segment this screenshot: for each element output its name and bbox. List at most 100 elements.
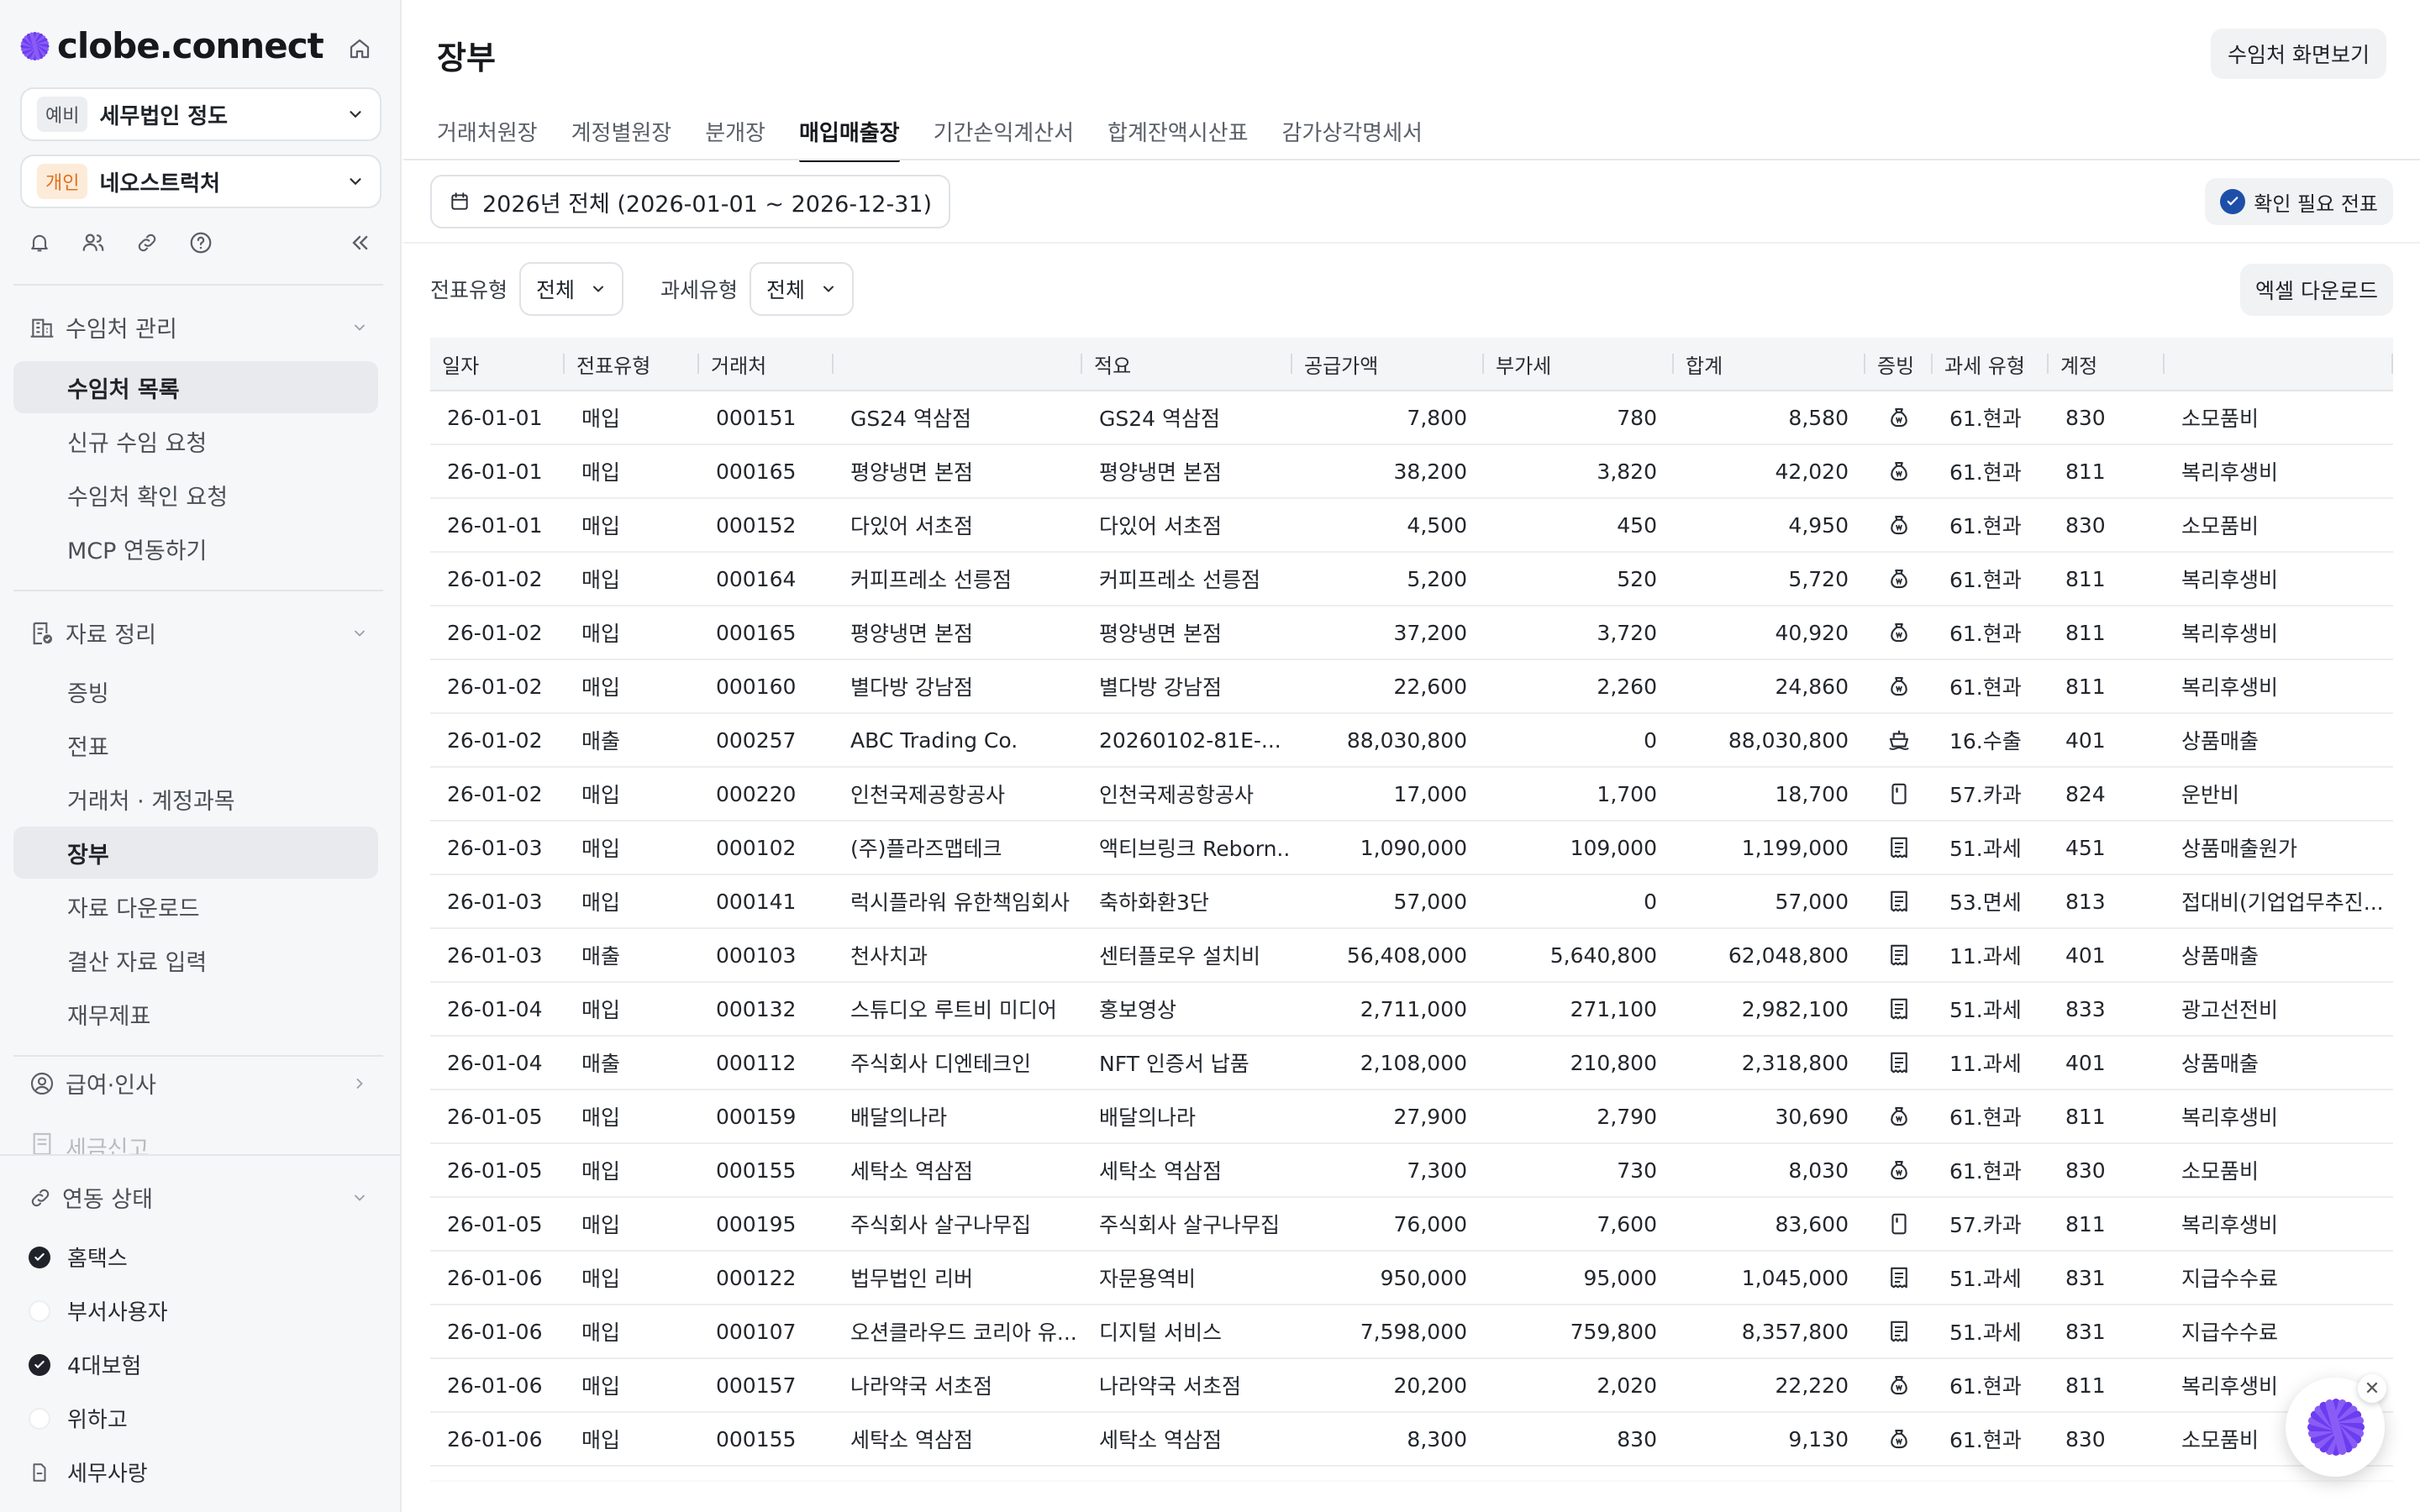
integration-semusarang[interactable]: 세무사랑	[29, 1457, 148, 1488]
cell-account-code: 811	[2065, 459, 2106, 484]
table-row[interactable]: 26-01-06 매입 000122 법무법인 리버 자문용역비 950,000 95,00…	[430, 1252, 2393, 1305]
cell-supply-amount: 5,200	[1407, 566, 1467, 591]
help-button[interactable]	[187, 228, 215, 257]
table-row[interactable]: 26-01-03 매출 000103 천사치과 센터플로우 설치비 56,408,000 5…	[430, 929, 2393, 983]
col-tax-type[interactable]: 과세 유형	[1933, 337, 2049, 391]
table-row[interactable]: 26-01-04 매출 000112 주식회사 디엔테크인 NFT 인증서 납품 2,10…	[430, 1037, 2393, 1090]
cell-supply-amount: 7,598,000	[1360, 1319, 1467, 1344]
tax-type-select[interactable]: 전체	[750, 262, 855, 316]
bell-icon	[31, 234, 48, 252]
client-view-button[interactable]: 수임처 화면보기	[2211, 29, 2386, 79]
client-selector[interactable]: 개인 네오스트럭처	[20, 155, 381, 208]
col-vendor-name[interactable]	[834, 337, 1082, 391]
divider	[13, 284, 383, 286]
sidebar-item-new-client-request[interactable]: 신규 수임 요청	[13, 415, 378, 467]
integration-wehago[interactable]: 위하고	[29, 1403, 128, 1434]
sidebar-item-data-download[interactable]: 자료 다운로드	[13, 880, 378, 932]
tab-journal[interactable]: 분개장	[705, 116, 765, 162]
table-row[interactable]: 26-01-03 매입 000102 (주)플라즈맵테크 액티브링크 Reborn...…	[430, 822, 2393, 875]
col-account-name[interactable]	[2165, 337, 2393, 391]
logo[interactable]: clobe.connect	[20, 25, 324, 66]
tab-depreciation-schedule[interactable]: 감가상각명세서	[1282, 116, 1423, 162]
sidebar-item-client-confirm-request[interactable]: 수임처 확인 요청	[13, 469, 378, 521]
period-picker-button[interactable]: 2026년 전체 (2026-01-01 ~ 2026-12-31)	[430, 175, 951, 228]
voucher-type-select[interactable]: 전체	[519, 262, 624, 316]
col-evidence[interactable]: 증빙	[1865, 337, 1933, 391]
table-row[interactable]: 26-01-05 매입 000195 주식회사 살구나무집 주식회사 살구나무집 76,0…	[430, 1198, 2393, 1252]
sidebar-item-vendors-accounts[interactable]: 거래처 · 계정과목	[13, 773, 378, 825]
cell-voucher-type: 매출	[581, 944, 621, 969]
sidebar-item-financial-statements[interactable]: 재무제표	[13, 988, 378, 1040]
col-supply-amount[interactable]: 공급가액	[1292, 337, 1484, 391]
cell-date: 26-01-01	[447, 405, 543, 430]
col-description[interactable]: 적요	[1082, 337, 1292, 391]
home-button[interactable]	[343, 32, 376, 66]
tab-account-ledger[interactable]: 계정별원장	[571, 116, 672, 162]
receipt-icon	[1865, 391, 1933, 444]
col-voucher-type[interactable]: 전표유형	[565, 337, 699, 391]
cell-total: 57,000	[1775, 889, 1849, 914]
col-date[interactable]: 일자	[430, 337, 565, 391]
table-row[interactable]: 26-01-04 매입 000132 스튜디오 루트비 미디어 홍보영상 2,711,00…	[430, 983, 2393, 1037]
cell-tax-type: 51.과세	[1949, 837, 2022, 861]
sidebar-item-evidence[interactable]: 증빙	[13, 665, 378, 717]
link-button[interactable]	[133, 228, 161, 257]
table-row[interactable]: 26-01-02 매입 000164 커피프레소 선릉점 커피프레소 선릉점 5,200 5…	[430, 553, 2393, 606]
invoice-icon	[1865, 1251, 1933, 1305]
table-row[interactable]: 26-01-01 매입 000165 평양냉면 본점 평양냉면 본점 38,200 3,82…	[430, 445, 2393, 499]
col-vat[interactable]: 부가세	[1484, 337, 1674, 391]
nav-group-payroll[interactable]: 급여·인사	[29, 1067, 368, 1100]
notification-button[interactable]	[25, 228, 54, 257]
table-row[interactable]: 26-01-03 매입 000141 럭시플라워 유한책임회사 축하화환3단 57,000…	[430, 875, 2393, 929]
sidebar-item-mcp[interactable]: MCP 연동하기	[13, 522, 378, 575]
table-row[interactable]: 26-01-05 매입 000155 세탁소 역삼점 세탁소 역삼점 7,300 730 8,…	[430, 1144, 2393, 1198]
firm-selector[interactable]: 예비 세무법인 정도	[20, 87, 381, 141]
cell-tax-type: 51.과세	[1949, 1320, 2022, 1345]
integration-status-header[interactable]: 연동 상태	[29, 1181, 368, 1214]
integration-dept-user[interactable]: 부서사용자	[29, 1295, 168, 1326]
needs-confirmation-button[interactable]: 확인 필요 전표	[2205, 178, 2393, 225]
table-row[interactable]: 26-01-02 매입 000165 평양냉면 본점 평양냉면 본점 37,200 3,72…	[430, 606, 2393, 660]
tab-purchase-sales-ledger[interactable]: 매입매출장	[798, 116, 900, 162]
table-row[interactable]: 26-01-02 매입 000160 별다방 강남점 별다방 강남점 22,600 2,26…	[430, 660, 2393, 714]
cell-voucher-type: 매입	[581, 1159, 621, 1184]
cell-voucher-type: 매입	[581, 1267, 621, 1291]
cell-tax-type: 61.현과	[1949, 1159, 2022, 1184]
table-row[interactable]: 26-01-06 매입 000157 나라약국 서초점 나라약국 서초점 20,200 2,…	[430, 1359, 2393, 1413]
table-row[interactable]: 26-01-06 매입 000107 오션클라우드 코리아 유... 디지털 서비스 7,…	[430, 1305, 2393, 1359]
sidebar-item-closing-input[interactable]: 결산 자료 입력	[13, 934, 378, 986]
tab-vendor-ledger[interactable]: 거래처원장	[437, 116, 538, 162]
cell-date: 26-01-02	[447, 727, 543, 753]
table-row[interactable]: 26-01-02 매입 000220 인천국제공항공사 인천국제공항공사 17,000 1,…	[430, 768, 2393, 822]
table-row[interactable]: 26-01-01 매입 000151 GS24 역삼점 GS24 역삼점 7,800 780…	[430, 391, 2393, 445]
cell-total: 9,130	[1788, 1426, 1849, 1452]
col-total[interactable]: 합계	[1674, 337, 1865, 391]
cell-vendor-code: 000157	[716, 1373, 797, 1398]
col-vendor-code[interactable]: 거래처	[699, 337, 834, 391]
table-row[interactable]: 26-01-02 매출 000257 ABC Trading Co. 20260102-…	[430, 714, 2393, 768]
cell-account-name: 상품매출	[2181, 729, 2260, 753]
sidebar-item-ledger[interactable]: 장부	[13, 827, 378, 879]
close-icon[interactable]: ✕	[2358, 1374, 2386, 1403]
table-row[interactable]: 26-01-01 매입 000152 다있어 서초점 다있어 서초점 4,500 450 4,…	[430, 499, 2393, 553]
table-row[interactable]: 26-01-06 매입 000155 세탁소 역삼점 세탁소 역삼점 8,300 830 9,…	[430, 1413, 2393, 1467]
chevron-right-icon	[356, 1078, 363, 1089]
nav-group-client-management[interactable]: 수임처 관리	[29, 311, 368, 344]
nav-group-tax-filing[interactable]: 세금신고	[29, 1131, 368, 1154]
integration-hometax[interactable]: 홈택스	[29, 1242, 128, 1273]
nav-group-data-organize[interactable]: 자료 정리	[29, 617, 368, 649]
col-account[interactable]: 계정	[2049, 337, 2165, 391]
users-button[interactable]	[79, 228, 108, 257]
collapse-sidebar-button[interactable]	[343, 228, 376, 257]
filter-bar: 전표유형 전체 과세유형 전체	[430, 262, 879, 316]
integration-4-insurance[interactable]: 4대보험	[29, 1349, 141, 1380]
sidebar-item-voucher[interactable]: 전표	[13, 719, 378, 771]
empty-circle-icon	[29, 1299, 50, 1322]
tab-trial-balance[interactable]: 합계잔액시산표	[1107, 116, 1248, 162]
sidebar-item-client-list[interactable]: 수임처 목록	[13, 361, 378, 413]
excel-download-button[interactable]: 엑셀 다운로드	[2240, 264, 2393, 316]
tab-period-income-statement[interactable]: 기간손익계산서	[934, 116, 1074, 162]
table-row[interactable]: 26-01-05 매입 000159 배달의나라 배달의나라 27,900 2,790 30,…	[430, 1090, 2393, 1144]
cell-vat: 830	[1617, 1426, 1657, 1452]
receipt-icon	[1865, 659, 1933, 713]
